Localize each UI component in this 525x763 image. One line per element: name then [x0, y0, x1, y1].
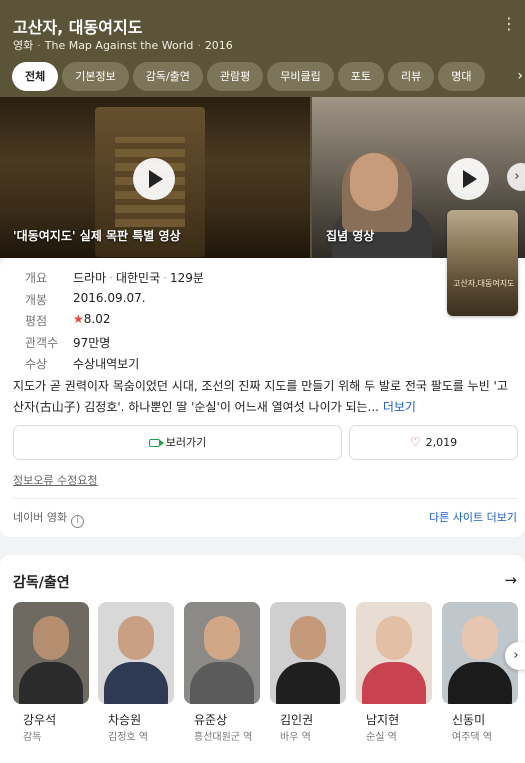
like-button[interactable]: ♡ 2,019 — [349, 425, 518, 460]
report-error-link[interactable]: 정보오류 수정요청 — [13, 472, 97, 488]
source-label: 네이버 영화 i — [13, 509, 85, 528]
cast-name: 김인권 — [280, 713, 314, 727]
profile-photo — [98, 602, 174, 704]
info-icon[interactable]: i — [71, 515, 85, 528]
video-caption: 집념 영상 — [326, 229, 375, 243]
movie-meta: 영화 · The Map Against the World · 2016 — [13, 39, 233, 52]
synopsis-more-link[interactable]: 더보기 — [383, 400, 416, 414]
tab-quotes[interactable]: 명대 — [438, 62, 485, 91]
overview-label: 개요 — [25, 271, 48, 285]
tab-photos[interactable]: 포토 — [337, 62, 385, 91]
cast-member[interactable]: 강우석 감독 — [13, 602, 89, 744]
cast-member[interactable]: 남지현 순실 역 — [356, 602, 432, 744]
movie-poster[interactable]: 고산자,대동여지도 — [447, 210, 518, 316]
genre: 드라마 — [73, 271, 107, 285]
cast-list: 강우석 감독 차승원 김정호 역 유준상 흥선대원군 역 김인권 바우 역 남지… — [13, 602, 525, 763]
cast-member[interactable]: 유준상 흥선대원군 역 — [184, 602, 260, 744]
director-image — [350, 153, 398, 211]
like-count: 2,019 — [425, 436, 458, 449]
video-caption: '대동여지도' 실제 목판 특별 영상 — [13, 229, 181, 243]
tab-cast[interactable]: 감독/출연 — [132, 62, 203, 91]
english-title: The Map Against the World — [44, 39, 194, 52]
play-icon[interactable] — [133, 158, 175, 200]
cast-name: 차승원 — [108, 713, 142, 727]
cast-name: 강우석 — [23, 713, 57, 727]
category-label: 영화 — [13, 39, 34, 52]
cast-role: 김정호 역 — [108, 732, 148, 743]
tab-basic-info[interactable]: 기본정보 — [62, 62, 129, 91]
cast-section: 감독/출연 → 강우석 감독 차승원 김정호 역 유준상 흥선대원군 역 김인권… — [0, 555, 525, 763]
profile-photo — [184, 602, 260, 704]
cast-role: 감독 — [23, 732, 42, 743]
cast-member[interactable]: 신동미 여주댁 역 — [442, 602, 518, 744]
star-icon: ★ — [73, 312, 84, 326]
play-icon[interactable] — [447, 158, 489, 200]
divider — [13, 498, 518, 499]
section-tabs: 전체 기본정보 감독/출연 관람평 무비클립 포토 리뷰 명대 — [12, 62, 510, 91]
rating-label: 평점 — [25, 314, 48, 328]
award-link[interactable]: 수상내역보기 — [73, 355, 139, 372]
release-date: 2016.09.07. — [73, 290, 146, 305]
poster-title: 고산자,대동여지도 — [453, 279, 515, 288]
video-icon — [148, 439, 164, 447]
profile-photo — [356, 602, 432, 704]
release-year: 2016 — [204, 39, 233, 52]
cast-role: 흥선대원군 역 — [194, 732, 253, 743]
audience-count: 97만명 — [73, 335, 111, 350]
cast-name: 유준상 — [194, 713, 228, 727]
audience-label: 관객수 — [25, 335, 59, 350]
arrow-right-icon[interactable]: → — [504, 571, 517, 589]
synopsis-text: 지도가 곧 권력이자 목숨이었던 시대, 조선의 진짜 지도를 만들기 위해 두… — [13, 379, 508, 414]
cast-name: 남지현 — [366, 713, 400, 727]
cast-role: 바우 역 — [280, 732, 311, 743]
profile-photo — [270, 602, 346, 704]
chevron-right-icon[interactable]: › — [505, 642, 525, 670]
cast-member[interactable]: 차승원 김정호 역 — [98, 602, 174, 744]
synopsis: 지도가 곧 권력이자 목숨이었던 시대, 조선의 진짜 지도를 만들기 위해 두… — [13, 376, 518, 418]
tab-review-posts[interactable]: 리뷰 — [388, 62, 435, 91]
rating-value: 8.02 — [83, 312, 111, 326]
movie-title[interactable]: 고산자, 대동여지도 — [13, 14, 142, 38]
other-sites-link[interactable]: 다른 사이트 더보기 — [429, 509, 517, 525]
heart-icon: ♡ — [409, 435, 421, 449]
tab-movie-clips[interactable]: 무비클립 — [267, 62, 334, 91]
award-label: 수상 — [25, 357, 48, 371]
more-options-icon[interactable]: ⋮ — [501, 16, 517, 32]
cast-member[interactable]: 김인권 바우 역 — [270, 602, 346, 744]
cast-name: 신동미 — [452, 713, 486, 727]
cast-role: 순실 역 — [366, 732, 397, 743]
country: 대한민국 — [115, 271, 161, 285]
chevron-right-icon[interactable]: › — [507, 163, 525, 191]
tab-reviews[interactable]: 관람평 — [206, 62, 264, 91]
watch-button[interactable]: 보러가기 — [13, 425, 342, 460]
release-label: 개봉 — [25, 292, 48, 307]
watch-label: 보러가기 — [165, 436, 207, 449]
section-title[interactable]: 감독/출연 — [13, 572, 70, 592]
cast-role: 여주댁 역 — [452, 732, 492, 743]
tab-all[interactable]: 전체 — [12, 62, 59, 91]
runtime: 129분 — [169, 271, 204, 285]
video-thumbnail[interactable]: '대동여지도' 실제 목판 특별 영상 — [0, 97, 310, 258]
chevron-right-icon[interactable]: › — [517, 68, 523, 84]
profile-photo — [13, 602, 89, 704]
movie-panel: 고산자, 대동여지도 ⋮ 영화 · The Map Against the Worl… — [0, 0, 525, 763]
